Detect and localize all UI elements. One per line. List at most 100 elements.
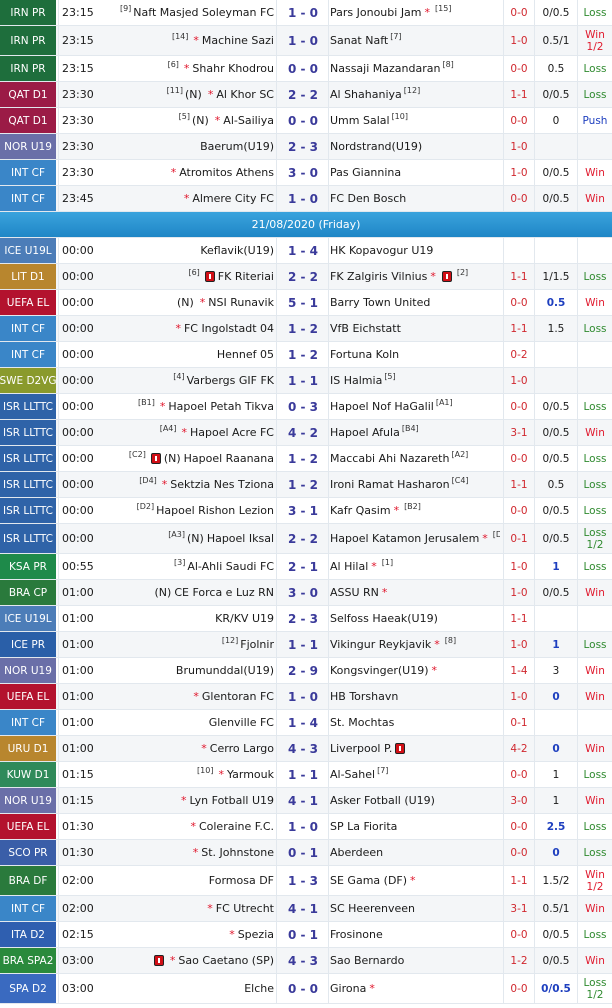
match-row[interactable]: UEFA EL 01:30 * Coleraine F.C. 1 - 0 SP La Fi… [0,814,612,840]
league-badge[interactable]: QAT D1 [0,108,56,133]
match-row[interactable]: ISR LLTTC 00:00 [D2] Hapoel Rishon Lezion 3 … [0,498,612,524]
score[interactable]: 2 - 2 [279,524,327,553]
home-team[interactable]: * FC Utrecht [104,896,274,921]
score[interactable]: 5 - 1 [279,290,327,315]
away-team[interactable]: Maccabi Ahi Nazareth [A2] [330,446,500,471]
away-team[interactable]: Al Hilal * [1] [330,554,500,579]
home-team[interactable]: [4] Varbergs GIF FK [104,368,274,393]
away-team[interactable]: FC Den Bosch [330,186,500,211]
home-team[interactable]: * Almere City FC [104,186,274,211]
league-badge[interactable]: INT CF [0,186,56,211]
away-team[interactable]: SC Heerenveen [330,896,500,921]
score[interactable]: 0 - 0 [279,56,327,81]
league-badge[interactable]: UEFA EL [0,814,56,839]
home-team[interactable]: Hennef 05 [104,342,274,367]
home-team[interactable]: * Lyn Fotball U19 [104,788,274,813]
match-row[interactable]: ICE U19L 01:00 KR/KV U19 2 - 3 Selfoss Haeak… [0,606,612,632]
match-row[interactable]: SWE D2VG 00:00 [4] Varbergs GIF FK 1 - 1 IS H… [0,368,612,394]
match-row[interactable]: INT CF 01:00 Glenville FC 1 - 4 St. Mochtas 0… [0,710,612,736]
home-team[interactable]: Brumunddal(U19) [104,658,274,683]
match-row[interactable]: NOR U19 01:00 Brumunddal(U19) 2 - 9 Kongsvin… [0,658,612,684]
away-team[interactable]: SE Gama (DF) * [330,866,500,895]
league-badge[interactable]: SPA D2 [0,974,56,1003]
home-team[interactable]: [D2] Hapoel Rishon Lezion [104,498,274,523]
home-team[interactable]: * FC Ingolstadt 04 [104,316,274,341]
match-row[interactable]: INT CF 23:45 * Almere City FC 1 - 0 FC Den Bo… [0,186,612,212]
away-team[interactable]: HB Torshavn [330,684,500,709]
home-team[interactable]: [B1] * Hapoel Petah Tikva [104,394,274,419]
away-team[interactable]: Pars Jonoubi Jam * [15] [330,0,500,25]
match-row[interactable]: BRA CP 01:00 (N) CE Forca e Luz RN 3 - 0 ASSU… [0,580,612,606]
score[interactable]: 4 - 1 [279,896,327,921]
match-row[interactable]: SCO PR 01:30 * St. Johnstone 0 - 1 Aberdeen 0-… [0,840,612,866]
match-row[interactable]: INT CF 00:00 Hennef 05 1 - 2 Fortuna Koln 0-2 [0,342,612,368]
match-row[interactable]: IRN PR 23:15 [14] * Machine Sazi 1 - 0 Sanat N… [0,26,612,56]
league-badge[interactable]: ICE PR [0,632,56,657]
score[interactable]: 2 - 2 [279,264,327,289]
score[interactable]: 1 - 1 [279,632,327,657]
match-row[interactable]: INT CF 02:00 * FC Utrecht 4 - 1 SC Heerenveen… [0,896,612,922]
home-team[interactable]: [6] FK Riteriai [104,264,274,289]
match-row[interactable]: NOR U19 01:15 * Lyn Fotball U19 4 - 1 Asker F… [0,788,612,814]
match-row[interactable]: ISR LLTTC 00:00 [D4] * Sektzia Nes Tziona 1 -… [0,472,612,498]
match-row[interactable]: BRA SPA2 03:00 * Sao Caetano (SP) 4 - 3 Sao B… [0,948,612,974]
league-badge[interactable]: QAT D1 [0,82,56,107]
score[interactable]: 3 - 0 [279,580,327,605]
score[interactable]: 4 - 3 [279,948,327,973]
score[interactable]: 1 - 2 [279,446,327,471]
score[interactable]: 4 - 2 [279,420,327,445]
match-row[interactable]: INT CF 00:00 * FC Ingolstadt 04 1 - 2 VfB Eic… [0,316,612,342]
away-team[interactable]: Pas Giannina [330,160,500,185]
score[interactable]: 3 - 1 [279,498,327,523]
away-team[interactable]: Fortuna Koln [330,342,500,367]
score[interactable]: 1 - 2 [279,316,327,341]
score[interactable]: 2 - 3 [279,134,327,159]
league-badge[interactable]: INT CF [0,316,56,341]
away-team[interactable]: Kafr Qasim * [B2] [330,498,500,523]
league-badge[interactable]: LIT D1 [0,264,56,289]
match-row[interactable]: BRA DF 02:00 Formosa DF 1 - 3 SE Gama (DF) * 1… [0,866,612,896]
away-team[interactable]: Girona * [330,974,500,1003]
home-team[interactable]: [3] Al-Ahli Saudi FC [104,554,274,579]
match-row[interactable]: UEFA EL 01:00 * Glentoran FC 1 - 0 HB Torshav… [0,684,612,710]
match-row[interactable]: QAT D1 23:30 [11] (N) * Al Khor SC 2 - 2 Al Sha… [0,82,612,108]
score[interactable]: 0 - 1 [279,922,327,947]
match-row[interactable]: IRN PR 23:15 [9] Naft Masjed Soleyman FC 1 -… [0,0,612,26]
home-team[interactable]: [14] * Machine Sazi [104,26,274,55]
score[interactable]: 1 - 2 [279,342,327,367]
score[interactable]: 4 - 3 [279,736,327,761]
score[interactable]: 2 - 3 [279,606,327,631]
league-badge[interactable]: ISR LLTTC [0,394,56,419]
score[interactable]: 1 - 1 [279,762,327,787]
league-badge[interactable]: URU D1 [0,736,56,761]
match-row[interactable]: SPA D2 03:00 Elche 0 - 0 Girona * 0-0 0/0.5 Loss… [0,974,612,1004]
away-team[interactable]: Frosinone [330,922,500,947]
home-team[interactable]: * Sao Caetano (SP) [104,948,274,973]
league-badge[interactable]: IRN PR [0,0,56,25]
away-team[interactable]: St. Mochtas [330,710,500,735]
match-row[interactable]: ICE U19L 00:00 Keflavik(U19) 1 - 4 HK Kopavo… [0,238,612,264]
score[interactable]: 0 - 1 [279,840,327,865]
home-team[interactable]: [A4] * Hapoel Acre FC [104,420,274,445]
match-row[interactable]: ISR LLTTC 00:00 [B1] * Hapoel Petah Tikva 0 -… [0,394,612,420]
away-team[interactable]: Sao Bernardo [330,948,500,973]
away-team[interactable]: Kongsvinger(U19) * [330,658,500,683]
away-team[interactable]: Vikingur Reykjavik * [8] [330,632,500,657]
score[interactable]: 1 - 4 [279,238,327,263]
match-row[interactable]: NOR U19 23:30 Baerum(U19) 2 - 3 Nordstrand(U… [0,134,612,160]
match-row[interactable]: KUW D1 01:15 [10] * Yarmouk 1 - 1 Al-Sahel [7] 0… [0,762,612,788]
league-badge[interactable]: KSA PR [0,554,56,579]
away-team[interactable]: Umm Salal [10] [330,108,500,133]
match-row[interactable]: ISR LLTTC 00:00 [A4] * Hapoel Acre FC 4 - 2 Ha… [0,420,612,446]
match-row[interactable]: ICE PR 01:00 [12] Fjolnir 1 - 1 Vikingur Reyk… [0,632,612,658]
away-team[interactable]: HK Kopavogur U19 [330,238,500,263]
away-team[interactable]: Nordstrand(U19) [330,134,500,159]
league-badge[interactable]: ICE U19L [0,238,56,263]
away-team[interactable]: Hapoel Katamon Jerusalem* [D3] [330,524,500,553]
league-badge[interactable]: ISR LLTTC [0,498,56,523]
match-row[interactable]: INT CF 23:30 * Atromitos Athens 3 - 0 Pas Gia… [0,160,612,186]
match-row[interactable]: UEFA EL 00:00 (N) * NSI Runavik 5 - 1 Barry To… [0,290,612,316]
home-team[interactable]: Keflavik(U19) [104,238,274,263]
league-badge[interactable]: ISR LLTTC [0,472,56,497]
match-row[interactable]: ITA D2 02:15 * Spezia 0 - 1 Frosinone 0-0 0/0.5… [0,922,612,948]
